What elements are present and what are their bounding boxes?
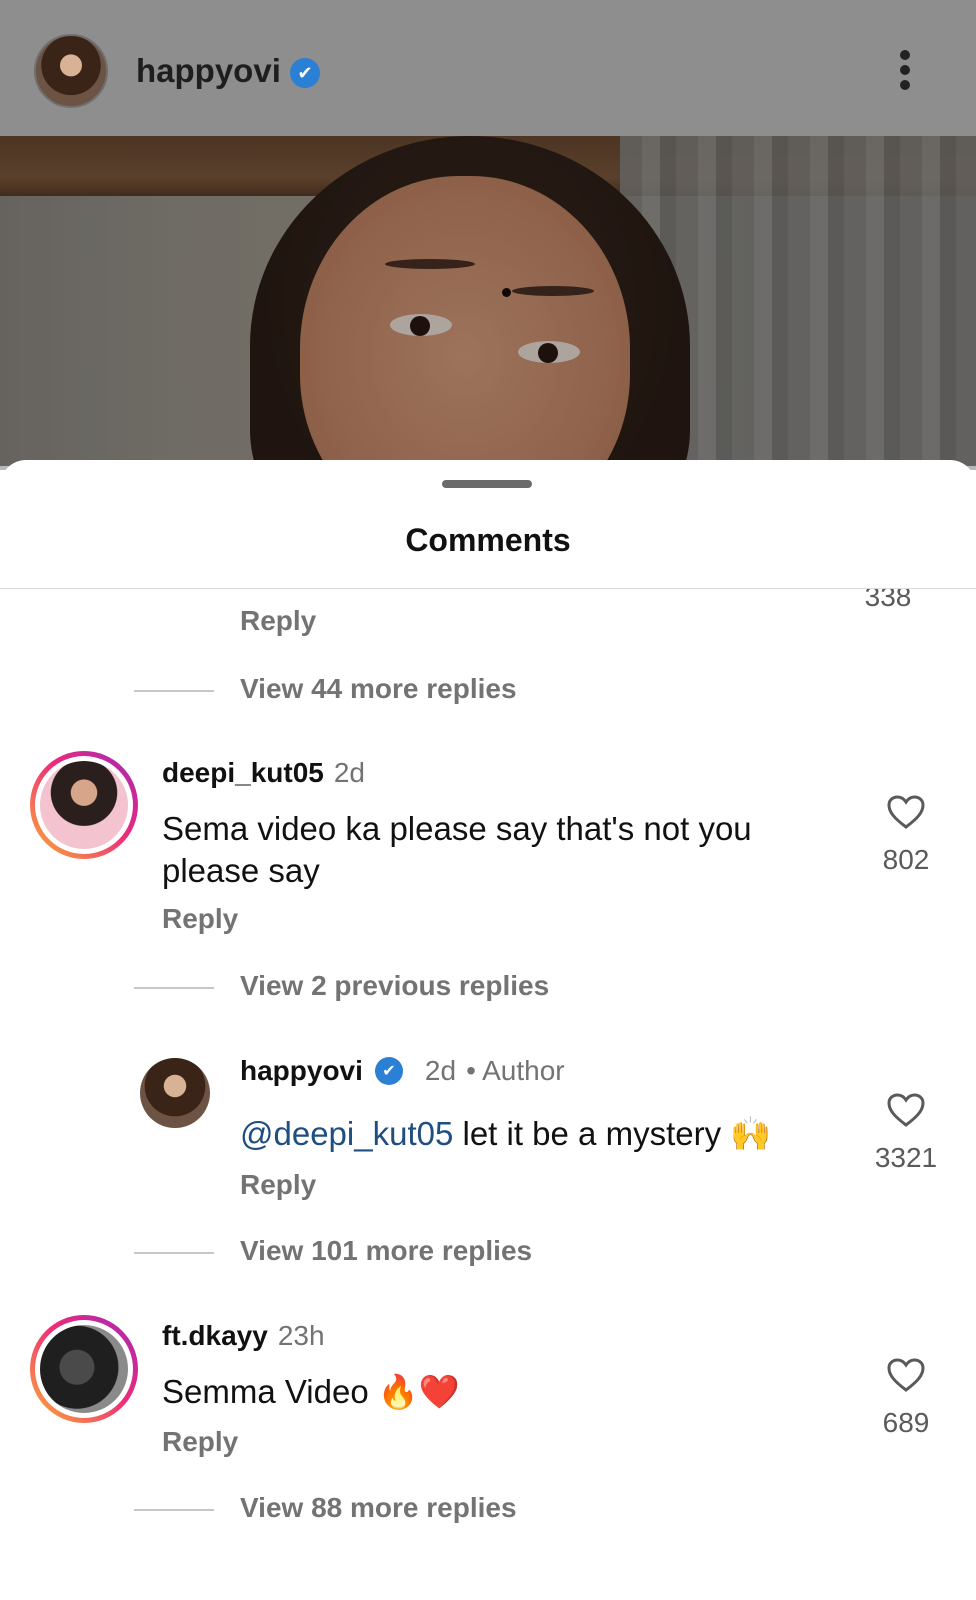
reply-time: 2d	[424, 1055, 457, 1086]
reply-button[interactable]: Reply	[240, 1169, 316, 1201]
commenter-avatar[interactable]	[30, 1315, 138, 1423]
reply-text: @deepi_kut05 let it be a mystery 🙌	[240, 1113, 840, 1155]
comment-meta: ft.dkayy 23h	[162, 1320, 325, 1352]
reply-text-body: let it be a mystery 🙌	[453, 1115, 772, 1152]
like-control[interactable]: 802	[866, 794, 946, 876]
comment-time: 23h	[277, 1320, 325, 1351]
comments-sheet: Comments 338 Reply View 44 more replies …	[0, 460, 976, 1600]
like-control[interactable]: 3321	[866, 1092, 946, 1174]
like-count: 689	[882, 1407, 930, 1438]
view-previous-replies-link[interactable]: View 2 previous replies	[240, 970, 549, 1002]
comment-text: Sema video ka please say that's not you …	[162, 810, 752, 889]
reply-author-avatar[interactable]	[140, 1058, 210, 1128]
heart-icon[interactable]	[886, 794, 926, 830]
view-more-replies-link[interactable]: View 44 more replies	[240, 673, 517, 705]
commenter-avatar[interactable]	[30, 751, 138, 859]
comment-username[interactable]: deepi_kut05	[162, 757, 324, 788]
heart-icon[interactable]	[886, 1357, 926, 1393]
mention-link[interactable]: @deepi_kut05	[240, 1115, 453, 1152]
replies-divider-line	[134, 987, 214, 989]
like-count-partial: 338	[864, 589, 912, 612]
view-more-replies-link[interactable]: View 88 more replies	[240, 1492, 517, 1524]
sheet-title: Comments	[405, 522, 571, 558]
like-count: 802	[882, 844, 930, 875]
reply-button[interactable]: Reply	[162, 1426, 238, 1458]
post-author-avatar[interactable]	[34, 34, 108, 108]
replies-divider-line	[134, 1252, 214, 1254]
more-vertical-icon[interactable]	[900, 50, 912, 94]
reply-button[interactable]: Reply	[162, 903, 238, 935]
comment-text: Semma Video 🔥❤️	[162, 1373, 461, 1410]
verified-badge-icon: ✔	[290, 58, 320, 88]
post-author-username[interactable]: happyovi	[136, 52, 281, 90]
heart-icon[interactable]	[886, 1092, 926, 1128]
reply-meta: happyovi ✔ 2d • Author	[240, 1055, 565, 1087]
post-header: happyovi ✔	[0, 0, 976, 136]
verified-badge-icon: ✔	[374, 1057, 403, 1085]
comment-meta: deepi_kut05 2d	[162, 757, 365, 789]
view-more-replies-link[interactable]: View 101 more replies	[240, 1235, 532, 1267]
like-control[interactable]: 689	[866, 1357, 946, 1439]
reply-button[interactable]: Reply	[240, 605, 316, 637]
replies-divider-line	[134, 690, 214, 692]
replies-divider-line	[134, 1509, 214, 1511]
drag-handle[interactable]	[442, 480, 532, 488]
reply-username[interactable]: happyovi	[240, 1055, 363, 1087]
comment-username[interactable]: ft.dkayy	[162, 1320, 268, 1351]
comment-list[interactable]: 338 Reply View 44 more replies deepi_kut…	[0, 589, 976, 1600]
like-count: 3321	[874, 1142, 938, 1173]
author-tag: • Author	[466, 1055, 565, 1086]
comment-time: 2d	[333, 757, 366, 788]
